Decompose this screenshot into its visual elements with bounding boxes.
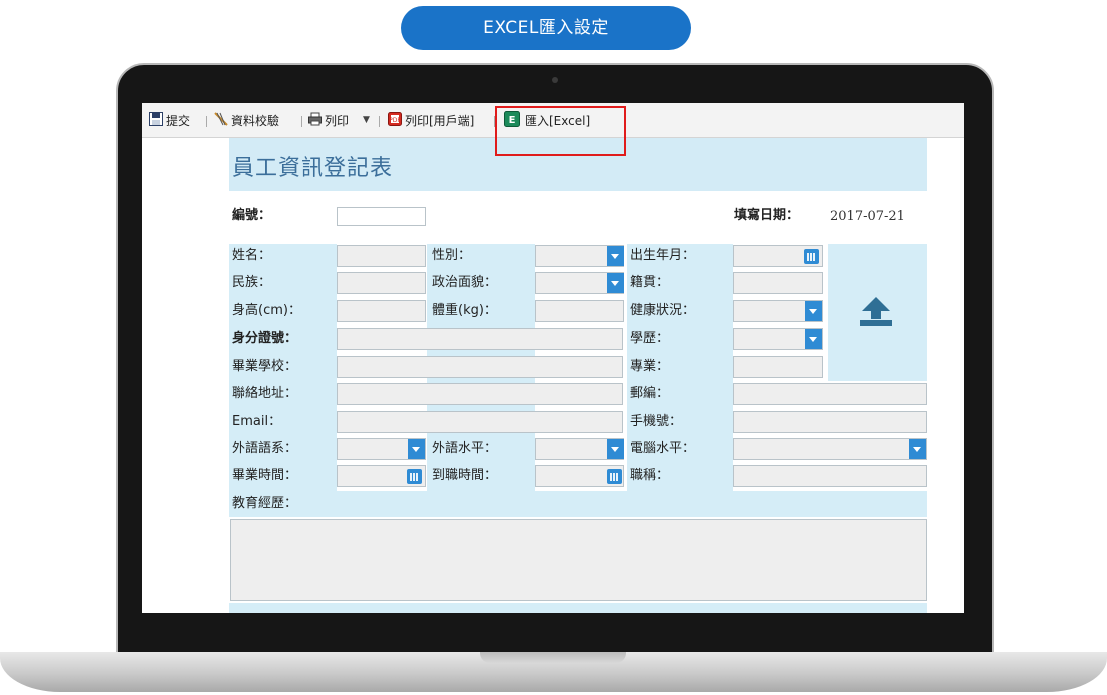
chevron-down-icon[interactable] [607,246,624,266]
broom-icon[interactable] [214,112,228,126]
job-title-input[interactable] [733,465,927,487]
computer-level-select[interactable] [733,438,927,460]
pdf-icon[interactable]: PDF [388,112,402,126]
id-number-input[interactable] [337,328,623,350]
birth-label: 出生年月： [630,248,696,263]
submit-button[interactable]: 提交 [166,112,190,130]
address-input[interactable] [337,383,623,405]
form-title: 員工資訊登記表 [232,156,394,181]
school-input[interactable] [337,356,623,378]
print-button[interactable]: 列印 [325,112,349,130]
join-time-label: 到職時間： [432,468,498,483]
native-input[interactable] [733,272,823,294]
job-title-label: 職稱： [630,468,670,483]
ethnicity-input[interactable] [337,272,426,294]
import-excel-highlight [495,106,626,156]
toolbar-divider [301,116,302,127]
chevron-down-icon[interactable] [607,273,624,293]
zip-label: 郵編： [630,386,670,401]
name-label: 姓名： [232,248,272,263]
education-label: 學歷： [630,331,670,346]
edu-history-textarea[interactable] [230,519,927,601]
chevron-down-icon[interactable] [909,439,926,459]
edu-history-label: 教育經歷： [232,496,298,511]
major-label: 專業： [630,359,670,374]
validate-data-button[interactable]: 資料校驗 [231,112,279,130]
language-label: 外語語系： [232,441,298,456]
id-number-label: 身分證號： [232,331,298,346]
weight-label: 體重(kg)： [432,303,497,318]
email-label: Email： [232,414,282,429]
excel-import-settings-badge: EXCEL匯入設定 [401,6,691,50]
mobile-label: 手機號： [630,414,683,429]
height-label: 身高(cm)： [232,303,301,318]
health-label: 健康狀況： [630,303,696,318]
serial-label: 編號： [232,208,272,223]
chevron-down-icon[interactable]: ▼ [363,115,370,125]
calendar-icon[interactable] [407,469,422,484]
grad-time-label: 畢業時間： [232,468,298,483]
chevron-down-icon[interactable] [408,439,425,459]
school-label: 畢業學校： [232,359,298,374]
chevron-down-icon[interactable] [805,301,822,321]
toolbar-divider [206,116,207,127]
native-label: 籍貫： [630,275,670,290]
print-client-button[interactable]: 列印[用戶端] [405,112,474,130]
calendar-icon[interactable] [607,469,622,484]
printer-icon[interactable] [308,112,322,126]
major-input[interactable] [733,356,823,378]
screen: 提交 資料校驗 列印 ▼ PDF 列印[用戶端] E 匯入[Excel] 員工資… [142,103,964,613]
name-input[interactable] [337,245,426,267]
laptop-notch [480,652,626,663]
fill-date-value: 2017-07-21 [830,209,905,224]
political-label: 政治面貌： [432,275,498,290]
computer-level-label: 電腦水平： [630,441,696,456]
save-icon[interactable] [149,112,163,126]
mobile-input[interactable] [733,411,927,433]
zip-input[interactable] [733,383,927,405]
upload-icon[interactable] [857,295,895,327]
edu-history-header-bg [229,491,927,517]
svg-text:PDF: PDF [389,117,401,124]
camera-dot [552,77,558,83]
chevron-down-icon[interactable] [805,329,822,349]
next-section-bg [229,603,927,613]
toolbar-divider [379,116,380,127]
height-input[interactable] [337,300,426,322]
chevron-down-icon[interactable] [607,439,624,459]
fill-date-label: 填寫日期： [734,208,800,223]
gender-label: 性別： [432,248,472,263]
email-input[interactable] [337,411,623,433]
language-level-label: 外語水平： [432,441,498,456]
ethnicity-label: 民族： [232,275,272,290]
calendar-icon[interactable] [804,249,819,264]
weight-input[interactable] [535,300,624,322]
address-label: 聯絡地址： [232,386,298,401]
serial-input[interactable] [337,207,426,226]
